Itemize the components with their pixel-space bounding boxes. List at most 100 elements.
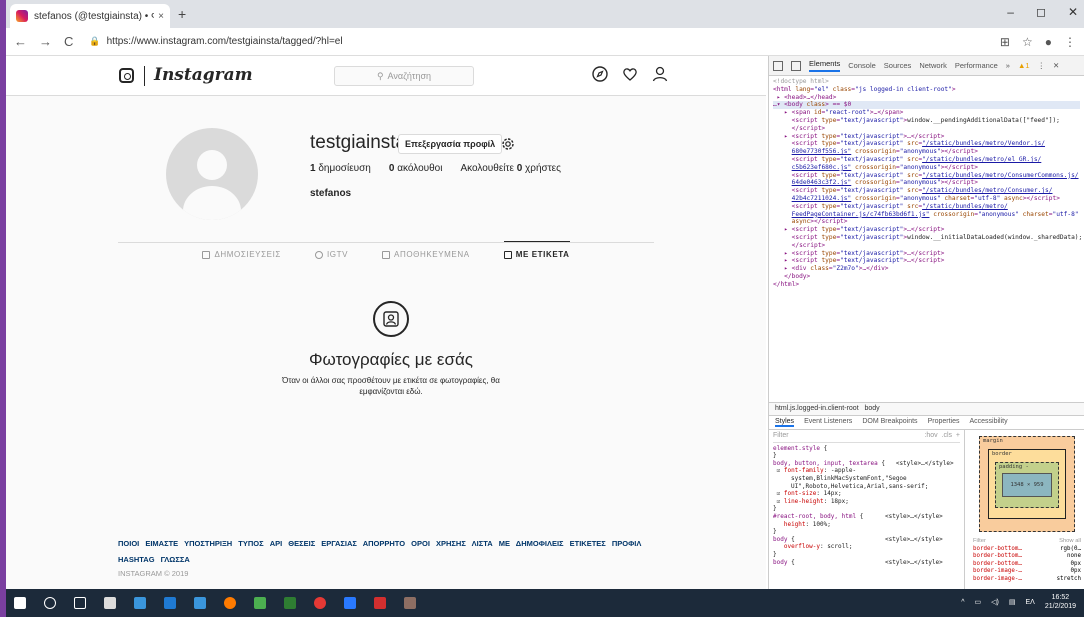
lock-icon: 🔒 bbox=[89, 36, 101, 46]
word-icon[interactable] bbox=[344, 597, 356, 609]
tab-close-icon[interactable]: × bbox=[158, 11, 164, 22]
profile-fullname: stefanos bbox=[310, 188, 352, 199]
star-icon[interactable]: ☆ bbox=[1022, 35, 1033, 49]
computed-filter[interactable]: Filter bbox=[973, 538, 986, 546]
show-all-checkbox[interactable]: Show all bbox=[1059, 538, 1081, 546]
tab-saved[interactable]: ΑΠΟΘΗΚΕΥΜΕΝΑ bbox=[382, 242, 470, 259]
compass-icon[interactable] bbox=[592, 66, 608, 82]
computed-pane[interactable]: Filter Show all border-bottom… rgb(0… bor… bbox=[969, 536, 1084, 589]
inspect-icon[interactable] bbox=[773, 60, 783, 71]
footer-copyright: INSTAGRAM © 2019 bbox=[118, 569, 189, 578]
avatar[interactable] bbox=[166, 128, 258, 220]
chrome-icon[interactable] bbox=[314, 597, 326, 609]
computed-row[interactable]: border-bottom… rgb(0… bbox=[973, 546, 1081, 554]
notification-icon[interactable]: ▤ bbox=[1009, 598, 1016, 606]
dom-tree[interactable]: <!doctype html> <html lang="el" class="j… bbox=[769, 76, 1084, 416]
devtools-menu-icon[interactable]: ⋮ bbox=[1038, 61, 1046, 70]
app-icon-2[interactable] bbox=[284, 597, 296, 609]
breadcrumb-body[interactable]: body bbox=[865, 405, 880, 412]
powerpoint-icon[interactable] bbox=[374, 597, 386, 609]
app-icon[interactable] bbox=[254, 597, 266, 609]
footer-links[interactable]: ΠΟΙΟΙ ΕΙΜΑΣΤΕ ΥΠΟΣΤΗΡΙΞΗ ΤΥΠΟΣ API ΘΕΣΕΙ… bbox=[118, 536, 658, 568]
clock-time: 16:52 bbox=[1051, 594, 1070, 601]
gear-icon[interactable] bbox=[500, 136, 516, 152]
edit-profile-button[interactable]: Επεξεργασία προφίλ bbox=[398, 134, 503, 154]
app-icon-3[interactable] bbox=[404, 597, 416, 609]
computed-row[interactable]: border-bottom… 0px bbox=[973, 561, 1081, 569]
edge-icon[interactable] bbox=[164, 597, 176, 609]
browser-tab[interactable]: stefanos (@testgiainsta) • Φωτο × bbox=[10, 4, 170, 28]
computed-row[interactable]: border-image-… 0px bbox=[973, 568, 1081, 576]
tab-elements[interactable]: Elements bbox=[809, 59, 841, 72]
new-tab-button[interactable]: + bbox=[178, 6, 186, 22]
devtools-panel: Elements Console Sources Network Perform… bbox=[768, 56, 1084, 589]
computed-row[interactable]: border-bottom… none bbox=[973, 553, 1081, 561]
mail-icon[interactable] bbox=[134, 597, 146, 609]
tab-network[interactable]: Network bbox=[919, 61, 947, 70]
heart-icon[interactable] bbox=[622, 66, 638, 82]
more-tabs-button[interactable]: » bbox=[1006, 61, 1010, 70]
box-border-label: border bbox=[992, 451, 1012, 457]
start-icon[interactable] bbox=[14, 597, 26, 609]
url-text: https://www.instagram.com/testgiainsta/t… bbox=[106, 36, 343, 47]
warning-badge[interactable]: ▲1 bbox=[1018, 61, 1030, 70]
box-padding-label: padding - bbox=[999, 464, 1029, 470]
volume-icon[interactable]: ◁) bbox=[991, 598, 999, 606]
close-window-button[interactable]: ✕ bbox=[1068, 5, 1078, 19]
clock[interactable]: 16:52 21/2/2019 bbox=[1045, 593, 1076, 611]
box-model-diagram: margin border padding - 1348 × 959 bbox=[979, 436, 1075, 532]
tab-accessibility[interactable]: Accessibility bbox=[969, 418, 1007, 427]
account-icon[interactable]: ● bbox=[1045, 35, 1052, 49]
network-icon[interactable]: ▭ bbox=[975, 598, 982, 606]
tab-properties[interactable]: Properties bbox=[928, 418, 960, 427]
tab-igtv[interactable]: IGTV bbox=[314, 242, 348, 259]
task-view-icon[interactable] bbox=[74, 597, 86, 609]
instagram-camera-icon[interactable] bbox=[119, 68, 134, 83]
maximize-button[interactable]: ◻ bbox=[1036, 5, 1046, 19]
followers-stat[interactable]: 0 ακόλουθοι bbox=[389, 163, 443, 174]
tagged-person-icon bbox=[373, 301, 409, 337]
tab-console[interactable]: Console bbox=[848, 61, 876, 70]
store-icon[interactable] bbox=[104, 597, 116, 609]
menu-icon[interactable]: ⋮ bbox=[1064, 35, 1076, 49]
tab-performance[interactable]: Performance bbox=[955, 61, 998, 70]
instagram-favicon-icon bbox=[16, 10, 28, 22]
reload-icon[interactable]: C bbox=[64, 34, 73, 49]
firefox-icon[interactable] bbox=[224, 597, 236, 609]
language-indicator[interactable]: ΕΛ bbox=[1025, 599, 1034, 606]
empty-state-text: Όταν οι άλλοι σας προσθέτουν με ετικέτα … bbox=[282, 376, 500, 396]
devtools-close-icon[interactable]: ✕ bbox=[1053, 61, 1059, 70]
styles-pane[interactable]: Filter:hov .cls + element.style { } body,… bbox=[769, 430, 965, 589]
styles-filter[interactable]: Filter:hov .cls + bbox=[773, 432, 960, 443]
empty-state-title: Φωτογραφίες με εσάς bbox=[308, 350, 473, 369]
tab-event-listeners[interactable]: Event Listeners bbox=[804, 418, 852, 427]
profile-icon[interactable] bbox=[652, 66, 668, 82]
url-field[interactable]: 🔒 https://www.instagram.com/testgiainsta… bbox=[89, 36, 1000, 47]
search-input[interactable]: ⚲ Αναζήτηση bbox=[334, 66, 474, 86]
browser-tabbar: stefanos (@testgiainsta) • Φωτο × + – ◻ … bbox=[6, 0, 1084, 28]
breadcrumb-html[interactable]: html.js.logged-in.client-root bbox=[775, 405, 859, 412]
tab-posts[interactable]: ΔΗΜΟΣΙΕΥΣΕΙΣ bbox=[202, 242, 281, 259]
tab-title: stefanos (@testgiainsta) • Φωτο bbox=[34, 10, 154, 22]
instagram-wordmark[interactable]: Instagram bbox=[154, 65, 253, 85]
computed-row[interactable]: border-image-… stretch bbox=[973, 576, 1081, 584]
address-bar: ← → C 🔒 https://www.instagram.com/testgi… bbox=[6, 28, 1084, 56]
tab-tagged[interactable]: ΜΕ ΕΤΙΚΕΤΑ bbox=[503, 241, 570, 259]
tab-styles[interactable]: Styles bbox=[775, 418, 795, 427]
minimize-button[interactable]: – bbox=[1007, 5, 1014, 19]
following-stat[interactable]: Ακολουθείτε 0 χρήστες bbox=[460, 163, 560, 174]
avatar-body-shape bbox=[183, 186, 241, 220]
search-placeholder: Αναζήτηση bbox=[387, 71, 432, 81]
grid-icon bbox=[202, 250, 211, 259]
tab-sources[interactable]: Sources bbox=[884, 61, 912, 70]
back-arrow-icon[interactable]: ← bbox=[14, 34, 27, 49]
tab-dom-breakpoints[interactable]: DOM Breakpoints bbox=[862, 418, 917, 427]
forward-arrow-icon[interactable]: → bbox=[39, 34, 52, 49]
explorer-icon[interactable] bbox=[194, 597, 206, 609]
browser-actions: ⊞ ☆ ● ⋮ bbox=[1000, 35, 1076, 49]
header-divider bbox=[144, 66, 145, 86]
translate-icon[interactable]: ⊞ bbox=[1000, 35, 1010, 49]
tray-chevron-icon[interactable]: ^ bbox=[961, 599, 964, 606]
device-toolbar-icon[interactable] bbox=[791, 60, 801, 71]
search-icon[interactable] bbox=[44, 597, 56, 609]
